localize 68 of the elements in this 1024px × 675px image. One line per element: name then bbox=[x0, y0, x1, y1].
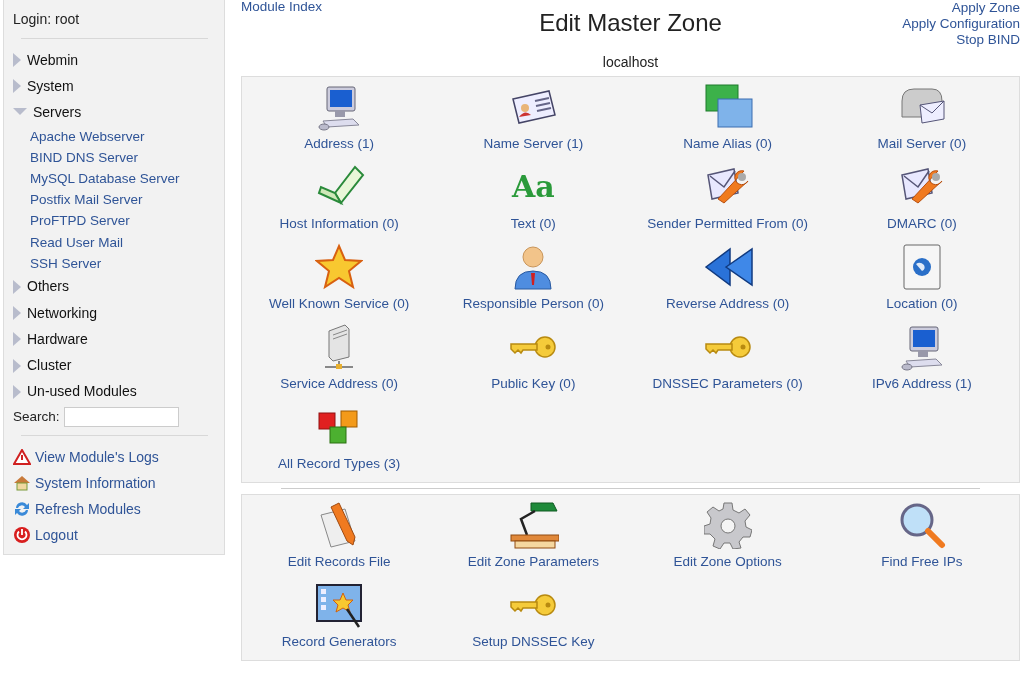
record-type-link[interactable]: Location (0) bbox=[886, 294, 958, 315]
record-type-link[interactable]: Service Address (0) bbox=[280, 374, 398, 395]
record-type-link[interactable]: Text (0) bbox=[510, 214, 556, 235]
zone-action-link[interactable]: Edit Zone Options bbox=[673, 552, 782, 573]
sidebar-link[interactable]: Refresh Modules bbox=[35, 498, 141, 520]
category-link[interactable]: Cluster bbox=[27, 355, 72, 377]
record-type-link[interactable]: Name Server (1) bbox=[483, 134, 584, 155]
record-type-link[interactable]: Host Information (0) bbox=[279, 214, 399, 235]
text-icon: Aa bbox=[512, 172, 555, 202]
expand-triangle-icon[interactable] bbox=[13, 332, 21, 347]
expand-triangle-icon[interactable] bbox=[13, 384, 21, 399]
desk-lamp-icon bbox=[507, 501, 560, 549]
category-link[interactable]: Hardware bbox=[27, 328, 88, 350]
module-link[interactable]: Read User Mail bbox=[13, 231, 216, 253]
record-type-link[interactable]: Responsible Person (0) bbox=[462, 294, 604, 315]
zone-action-link[interactable]: Find Free IPs bbox=[881, 552, 963, 573]
record-type-link[interactable]: IPv6 Address (1) bbox=[871, 374, 972, 395]
record-type-link[interactable]: Well Known Service (0) bbox=[269, 294, 410, 315]
expand-triangle-icon[interactable] bbox=[13, 306, 21, 321]
module-link[interactable]: ProFTPD Server bbox=[13, 210, 216, 232]
sidebar-link[interactable]: System Information bbox=[35, 472, 156, 494]
zone-action-link[interactable]: Edit Records File bbox=[287, 552, 391, 573]
collapse-triangle-icon[interactable] bbox=[13, 108, 27, 117]
expand-triangle-icon[interactable] bbox=[13, 358, 21, 373]
refresh-icon bbox=[13, 500, 31, 519]
zone-action-link[interactable]: Edit Zone Parameters bbox=[467, 552, 600, 573]
record-type-link[interactable]: Public Key (0) bbox=[491, 374, 576, 395]
action-link[interactable]: Apply Zone bbox=[951, 0, 1020, 16]
gear-icon bbox=[703, 501, 752, 549]
record-type-link[interactable]: All Record Types (3) bbox=[278, 454, 401, 475]
category-link[interactable]: System bbox=[27, 75, 74, 97]
action-link[interactable]: Apply Configuration bbox=[902, 16, 1020, 32]
search-field[interactable] bbox=[63, 406, 179, 427]
record-type-link[interactable]: Reverse Address (0) bbox=[666, 294, 790, 315]
power-icon bbox=[13, 526, 31, 545]
star-icon bbox=[315, 243, 364, 291]
module-link[interactable]: Apache Webserver bbox=[13, 125, 216, 147]
category-link[interactable]: Others bbox=[27, 276, 69, 298]
house-icon bbox=[13, 475, 31, 492]
record-type-link[interactable]: Address (1) bbox=[304, 134, 374, 155]
expand-triangle-icon[interactable] bbox=[13, 53, 21, 68]
zone-action-link[interactable]: Setup DNSSEC Key bbox=[472, 632, 595, 653]
record-type-link[interactable]: Sender Permitted From (0) bbox=[647, 214, 808, 235]
expand-triangle-icon[interactable] bbox=[13, 79, 21, 94]
record-type-link[interactable]: Name Alias (0) bbox=[683, 134, 772, 155]
zone-name: localhost bbox=[602, 53, 659, 72]
action-link[interactable]: Stop BIND bbox=[956, 32, 1020, 48]
record-type-link[interactable]: Mail Server (0) bbox=[877, 134, 967, 155]
module-link[interactable]: Postfix Mail Server bbox=[13, 189, 216, 211]
module-index-link[interactable]: Module Index bbox=[241, 0, 401, 14]
sidebar-link[interactable]: Logout bbox=[35, 524, 78, 546]
sidebar-link[interactable]: View Module's Logs bbox=[35, 446, 159, 468]
page-title: Edit Master Zone bbox=[539, 9, 722, 38]
warning-icon bbox=[13, 449, 31, 466]
record-type-link[interactable]: DMARC (0) bbox=[887, 214, 957, 235]
category-link[interactable]: Networking bbox=[27, 302, 98, 324]
module-link[interactable]: MySQL Database Server bbox=[13, 167, 216, 190]
category-link[interactable]: Servers bbox=[33, 101, 82, 123]
module-link[interactable]: SSH Server bbox=[13, 252, 216, 274]
record-type-link[interactable]: DNSSEC Parameters (0) bbox=[652, 374, 803, 395]
zone-action-link[interactable]: Record Generators bbox=[281, 632, 397, 653]
search-label: Search: bbox=[13, 407, 60, 426]
category-link[interactable]: Webmin bbox=[27, 49, 79, 71]
login-label: Login: root bbox=[13, 10, 81, 29]
module-link[interactable]: BIND DNS Server bbox=[13, 146, 216, 168]
expand-triangle-icon[interactable] bbox=[13, 279, 21, 294]
category-link[interactable]: Un-used Modules bbox=[27, 381, 137, 403]
wizard-window-icon bbox=[315, 581, 364, 629]
